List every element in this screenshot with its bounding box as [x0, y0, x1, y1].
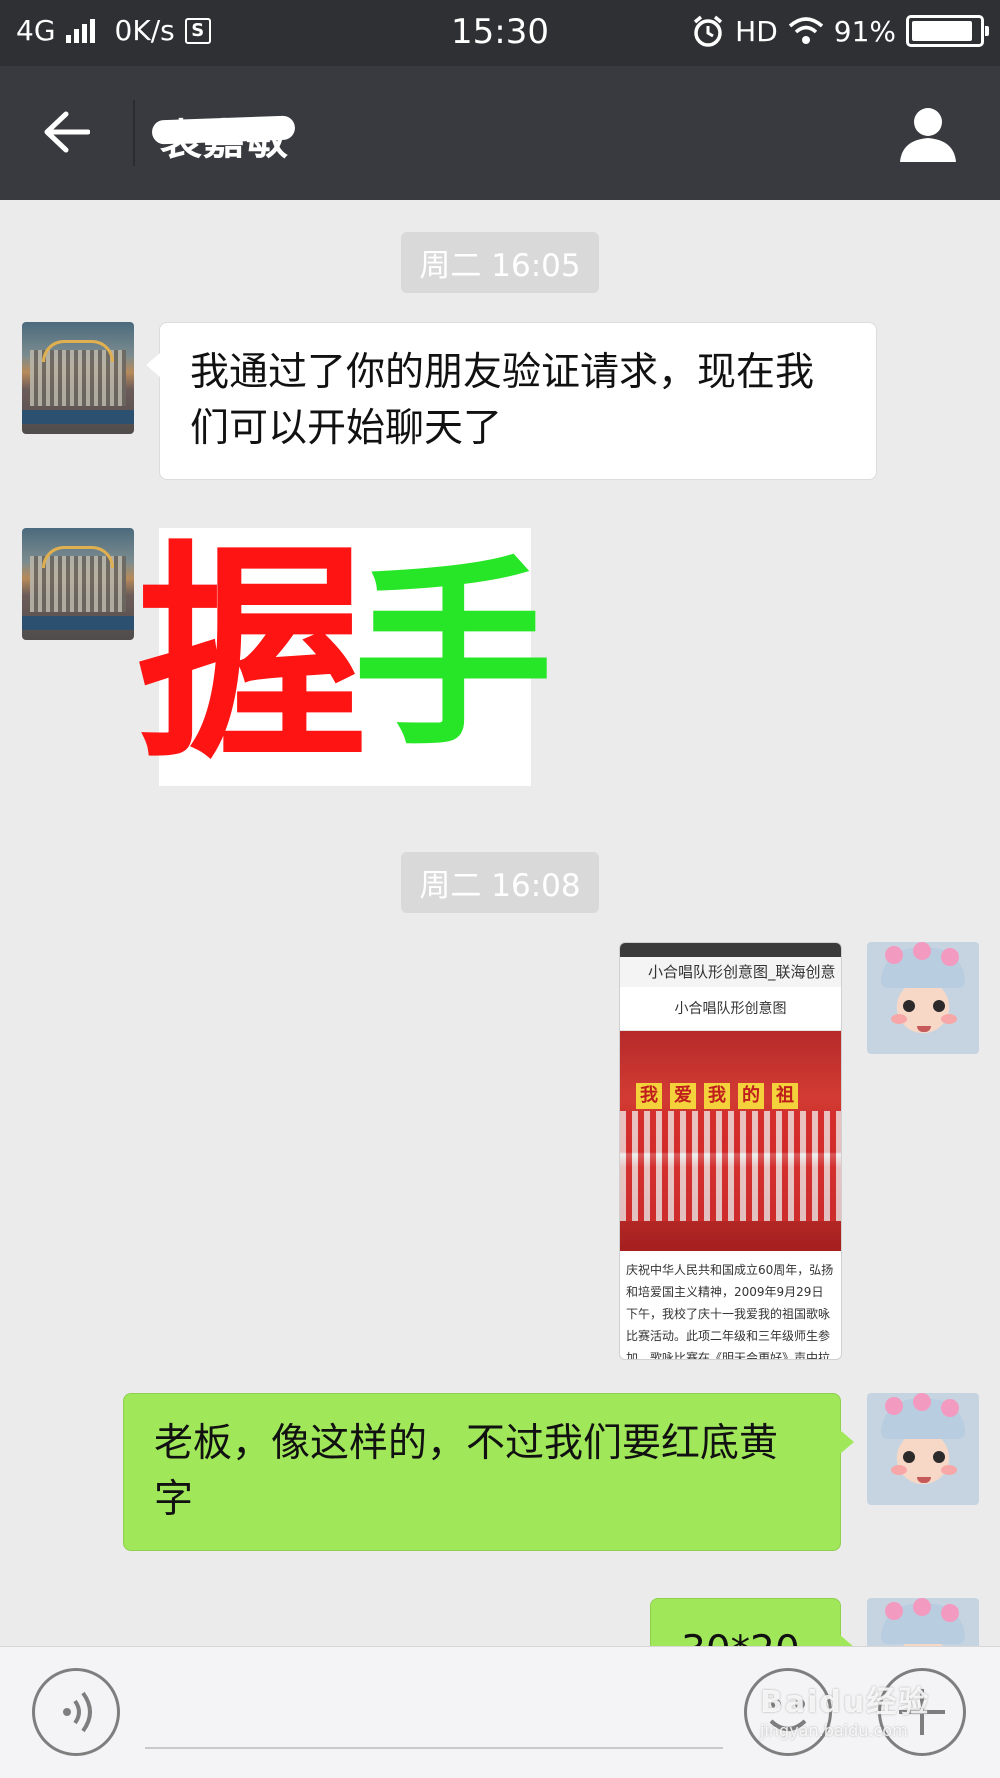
nav-divider: [133, 100, 135, 166]
outgoing-message[interactable]: 30*20: [650, 1598, 854, 1646]
contact-name: 袁嘉敏: [160, 106, 289, 167]
choir-photo: 我爱我的祖: [620, 1031, 841, 1251]
wifi-icon: [788, 17, 823, 44]
slogan: 我爱我的祖: [636, 1083, 798, 1109]
chat-header: 袁嘉敏: [0, 66, 1000, 200]
outgoing-message[interactable]: 老板，像这样的，不过我们要红底黄字: [123, 1393, 854, 1551]
timestamp: 周二 16:05: [0, 232, 1000, 293]
profile-icon: [900, 108, 956, 162]
back-arrow-icon: [44, 111, 90, 153]
voice-button[interactable]: [32, 1668, 120, 1756]
back-button[interactable]: [36, 102, 96, 162]
alarm-icon: [694, 15, 723, 47]
my-avatar[interactable]: [867, 942, 979, 1054]
incoming-message[interactable]: 我通过了你的朋友验证请求，现在我们可以开始聊天了: [146, 322, 877, 480]
hd-indicator: HD: [735, 14, 778, 48]
sticker-char: 握: [136, 523, 367, 790]
battery-icon: [906, 15, 989, 47]
sticker-message[interactable]: 握 手: [137, 528, 553, 786]
timestamp: 周二 16:08: [0, 852, 1000, 913]
status-bar: 4G 0K/s S 15:30 HD 91%: [0, 0, 1000, 66]
sticker-char: 手: [353, 540, 554, 773]
contact-avatar[interactable]: [22, 322, 134, 434]
baidu-watermark: Baidu经验 jingyan.baidu.com: [760, 1685, 931, 1740]
my-avatar[interactable]: [867, 1393, 979, 1505]
my-avatar[interactable]: [867, 1598, 979, 1646]
contact-avatar[interactable]: [22, 528, 134, 640]
battery-percent: 91%: [833, 14, 896, 48]
shared-title: 小合唱队形创意图: [620, 987, 841, 1031]
shared-url: 小合唱队形创意图_联海创意: [620, 957, 841, 987]
message-input[interactable]: [145, 1747, 723, 1749]
profile-button[interactable]: [896, 102, 960, 166]
image-message[interactable]: 小合唱队形创意图_联海创意 小合唱队形创意图 我爱我的祖 庆祝中华人民共和国成立…: [619, 942, 842, 1360]
input-bar: Baidu经验 jingyan.baidu.com: [0, 1646, 1000, 1778]
shared-description: 庆祝中华人民共和国成立60周年，弘扬和培爱国主义精神，2009年9月29日下午，…: [626, 1263, 834, 1360]
voice-icon: [63, 1691, 92, 1733]
chat-area[interactable]: 周二 16:05 我通过了你的朋友验证请求，现在我们可以开始聊天了 握 手 周二…: [0, 200, 1000, 1646]
